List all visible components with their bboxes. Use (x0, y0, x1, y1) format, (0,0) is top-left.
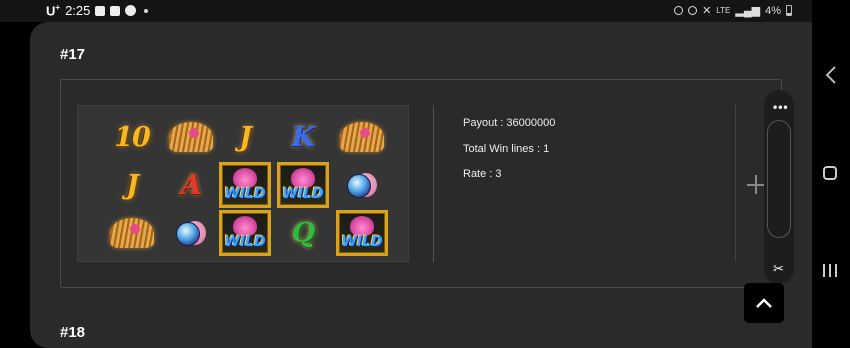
symbol-orb (164, 210, 218, 256)
chevron-up-icon (756, 298, 772, 308)
symbol-10: 10 (105, 114, 159, 160)
alarm-icon (688, 6, 698, 15)
wild-label: WILD (224, 234, 266, 250)
result-card: 10 J K J A WILD WILD WILD Q WILD Payout : 3600000… (60, 79, 782, 288)
rate-text: Rate : 3 (463, 168, 502, 180)
symbol-wild: WILD (218, 210, 272, 256)
symbol-orb (335, 162, 389, 208)
status-bar: U+ 2:25 ✕ LTE ▂▄▆ 4% (0, 0, 812, 22)
orb-icon (345, 170, 379, 200)
recent-apps-icon[interactable] (823, 264, 837, 278)
notification-icon (110, 5, 121, 16)
wild-label: WILD (282, 186, 324, 202)
divider (735, 105, 736, 262)
win-lines-text: Total Win lines : 1 (463, 142, 550, 155)
edge-panel-slot[interactable] (767, 120, 791, 238)
payout-text: Payout : 36000000 (463, 117, 556, 129)
scroll-to-top-button[interactable] (744, 283, 784, 323)
symbol-fan (105, 210, 159, 256)
back-icon[interactable] (825, 65, 837, 85)
symbol-k: K (276, 114, 330, 160)
symbol-j: J (105, 162, 159, 208)
app-content: #17 10 J K J A WILD WILD WILD Q WILD Payout : 360… (30, 22, 812, 348)
symbol-wild: WILD (218, 162, 272, 208)
wild-tile: WILD (277, 162, 329, 208)
symbol-label: 10 (114, 121, 151, 153)
chat-icon (125, 5, 137, 17)
scissors-icon[interactable]: ✂ (773, 261, 784, 277)
symbol-label: J (239, 121, 252, 153)
battery-icon (786, 5, 792, 16)
wild-tile: WILD (219, 210, 271, 256)
symbol-wild: WILD (335, 210, 389, 256)
symbol-label: K (291, 121, 315, 153)
plus-icon (755, 175, 757, 194)
more-notifications-icon (144, 8, 149, 13)
symbol-fan (164, 114, 218, 160)
vpn-icon (674, 6, 684, 15)
slot-reels: 10 J K J A WILD WILD WILD Q WILD (77, 105, 409, 262)
wild-tile: WILD (219, 162, 271, 208)
fan-icon (167, 120, 215, 154)
section-heading: #18 (60, 324, 86, 341)
navigation-bar (812, 0, 850, 348)
wild-tile: WILD (336, 210, 388, 256)
wild-label: WILD (341, 234, 383, 250)
result-info: Payout : 36000000 Total Win lines : 1 Ra… (463, 111, 555, 188)
symbol-label: J (126, 169, 139, 201)
lte-indicator: LTE (716, 6, 731, 15)
divider (433, 105, 434, 262)
clock: 2:25 (65, 3, 91, 19)
symbol-q: Q (276, 210, 330, 256)
symbol-fan (335, 114, 389, 160)
symbol-label: A (181, 169, 202, 201)
edge-panel-handle[interactable]: ••• ✂ (764, 90, 794, 284)
signal-icon: ▂▄▆ (735, 5, 761, 17)
carrier-label: U+ (46, 3, 61, 19)
wild-label: WILD (224, 186, 266, 202)
orb-icon (174, 218, 208, 248)
battery-label: 4% (765, 4, 781, 17)
symbol-label: Q (291, 217, 316, 249)
fan-icon (338, 120, 386, 154)
symbol-j: J (218, 114, 272, 160)
section-heading: #17 (60, 46, 86, 63)
mute-icon: ✕ (702, 5, 712, 17)
more-horizontal-icon[interactable]: ••• (773, 100, 789, 114)
symbol-wild: WILD (276, 162, 330, 208)
fan-icon (108, 216, 156, 250)
symbol-a: A (164, 162, 218, 208)
home-icon[interactable] (823, 166, 837, 180)
gallery-icon (95, 5, 106, 16)
